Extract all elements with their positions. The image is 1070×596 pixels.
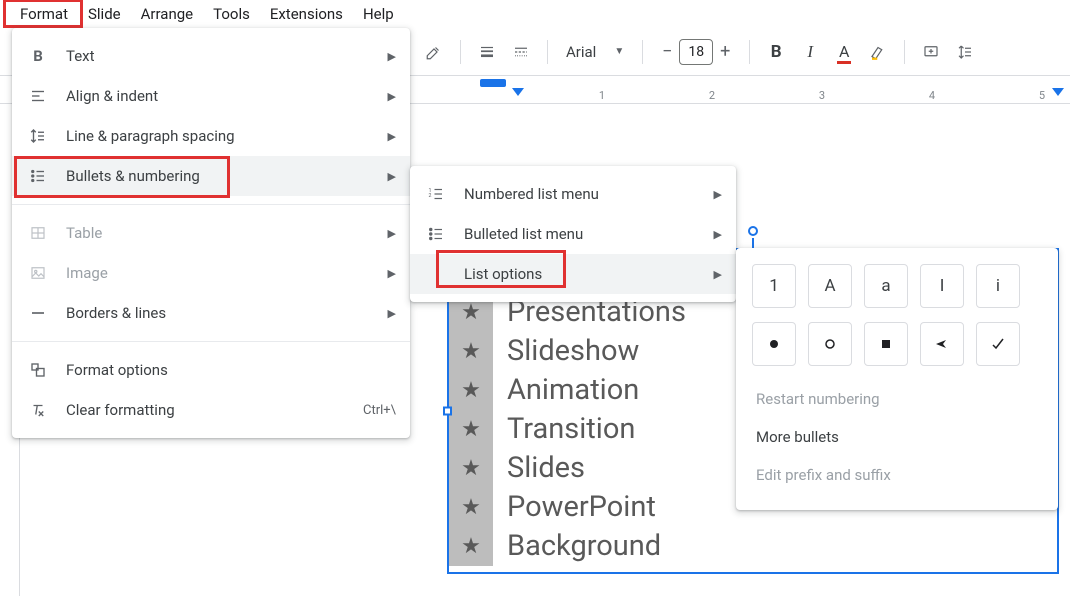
menu-item-line-spacing[interactable]: Line & paragraph spacing ▶ <box>12 116 410 156</box>
format-options-icon <box>28 361 48 379</box>
paint-format-icon[interactable] <box>420 38 448 66</box>
preset-disc[interactable] <box>752 322 796 366</box>
text-color-button[interactable]: A <box>830 38 858 66</box>
borders-icon <box>28 304 48 322</box>
line-dash-icon[interactable] <box>507 38 535 66</box>
italic-button[interactable]: I <box>796 38 824 66</box>
chevron-right-icon: ▶ <box>388 227 396 240</box>
preset-capital-roman[interactable]: I <box>920 264 964 308</box>
menu-item-table: Table ▶ <box>12 213 410 253</box>
ruler-tick: 4 <box>929 89 935 102</box>
resize-handle[interactable] <box>443 407 452 416</box>
menu-format[interactable]: Format <box>10 1 78 27</box>
chevron-right-icon: ▶ <box>714 268 722 281</box>
ruler-tick: 1 <box>599 89 605 102</box>
menu-arrange[interactable]: Arrange <box>131 1 203 27</box>
svg-text:2: 2 <box>429 193 432 199</box>
chevron-right-icon: ▶ <box>388 267 396 280</box>
menu-tools[interactable]: Tools <box>203 1 260 27</box>
ruler-indent-right[interactable] <box>1052 88 1064 96</box>
chevron-right-icon: ▶ <box>388 130 396 143</box>
increase-font-size-button[interactable]: + <box>713 41 737 62</box>
chevron-right-icon: ▶ <box>714 228 722 241</box>
ruler-tick: 3 <box>819 89 825 102</box>
bullets-icon <box>28 167 48 185</box>
chevron-right-icon: ▶ <box>388 90 396 103</box>
image-icon <box>28 264 48 282</box>
star-bullet-icon: ★ <box>449 527 493 566</box>
list-item: ★Background <box>449 527 1057 566</box>
bold-button[interactable]: B <box>762 38 790 66</box>
preset-lowercase-roman[interactable]: i <box>976 264 1020 308</box>
star-bullet-icon: ★ <box>449 371 493 410</box>
ruler-tick: 2 <box>709 89 715 102</box>
chevron-right-icon: ▶ <box>714 188 722 201</box>
chevron-right-icon: ▶ <box>388 50 396 63</box>
star-bullet-icon: ★ <box>449 449 493 488</box>
decrease-font-size-button[interactable]: − <box>655 41 679 62</box>
chevron-down-icon: ▼ <box>614 46 624 57</box>
menu-item-numbered-list[interactable]: 12 Numbered list menu ▶ <box>410 174 736 214</box>
bullets-numbering-submenu: 12 Numbered list menu ▶ Bulleted list me… <box>410 166 736 302</box>
font-family-selector[interactable]: Arial ▼ <box>560 43 630 61</box>
highlight-color-button[interactable] <box>864 38 892 66</box>
edit-prefix-suffix-option: Edit prefix and suffix <box>752 456 1042 494</box>
menu-item-text[interactable]: B Text ▶ <box>12 36 410 76</box>
bold-icon: B <box>28 47 48 65</box>
format-menu-dropdown: B Text ▶ Align & indent ▶ Line & paragra… <box>12 28 410 438</box>
bullet-style-presets <box>752 322 1042 366</box>
font-size-control: − 18 + <box>655 39 737 65</box>
restart-numbering-option: Restart numbering <box>752 380 1042 418</box>
line-spacing-button[interactable] <box>951 38 979 66</box>
more-bullets-option[interactable]: More bullets <box>752 418 1042 456</box>
clear-formatting-icon <box>28 401 48 419</box>
menu-item-bulleted-list[interactable]: Bulleted list menu ▶ <box>410 214 736 254</box>
keyboard-shortcut: Ctrl+\ <box>363 403 396 418</box>
menu-separator <box>12 341 410 342</box>
menubar: Format Slide Arrange Tools Extensions He… <box>0 0 1070 28</box>
font-family-label: Arial <box>566 43 596 61</box>
numbered-list-icon: 12 <box>426 185 446 203</box>
list-options-submenu: 1 A a I i Restart numbering More bullets… <box>736 248 1058 510</box>
menu-item-align-indent[interactable]: Align & indent ▶ <box>12 76 410 116</box>
preset-lowercase-a[interactable]: a <box>864 264 908 308</box>
menu-separator <box>12 204 410 205</box>
menu-item-image: Image ▶ <box>12 253 410 293</box>
menu-item-format-options[interactable]: Format options <box>12 350 410 390</box>
line-weight-icon[interactable] <box>473 38 501 66</box>
bulleted-list-icon <box>426 225 446 243</box>
font-size-input[interactable]: 18 <box>679 39 713 65</box>
menu-item-bullets-numbering[interactable]: Bullets & numbering ▶ <box>12 156 410 196</box>
menu-item-list-options[interactable]: List options ▶ <box>410 254 736 294</box>
ruler-tick: 5 <box>1039 89 1045 102</box>
line-spacing-icon <box>28 127 48 145</box>
ruler-indent-left[interactable] <box>512 88 524 96</box>
star-bullet-icon: ★ <box>449 410 493 449</box>
number-style-presets: 1 A a I i <box>752 264 1042 308</box>
preset-circle[interactable] <box>808 322 852 366</box>
star-bullet-icon: ★ <box>449 488 493 527</box>
table-icon <box>28 224 48 242</box>
menu-extensions[interactable]: Extensions <box>260 1 353 27</box>
preset-square[interactable] <box>864 322 908 366</box>
menu-slide[interactable]: Slide <box>78 1 131 27</box>
menu-item-clear-formatting[interactable]: Clear formatting Ctrl+\ <box>12 390 410 430</box>
chevron-right-icon: ▶ <box>388 170 396 183</box>
ruler-indent-first[interactable] <box>480 79 506 87</box>
rotate-handle[interactable] <box>748 226 758 236</box>
insert-comment-button[interactable] <box>917 38 945 66</box>
star-bullet-icon: ★ <box>449 332 493 371</box>
preset-1[interactable]: 1 <box>752 264 796 308</box>
preset-capital-a[interactable]: A <box>808 264 852 308</box>
chevron-right-icon: ▶ <box>388 307 396 320</box>
align-icon <box>28 87 48 105</box>
menu-help[interactable]: Help <box>353 1 404 27</box>
preset-check[interactable] <box>976 322 1020 366</box>
menu-item-borders-lines[interactable]: Borders & lines ▶ <box>12 293 410 333</box>
preset-arrow[interactable] <box>920 322 964 366</box>
